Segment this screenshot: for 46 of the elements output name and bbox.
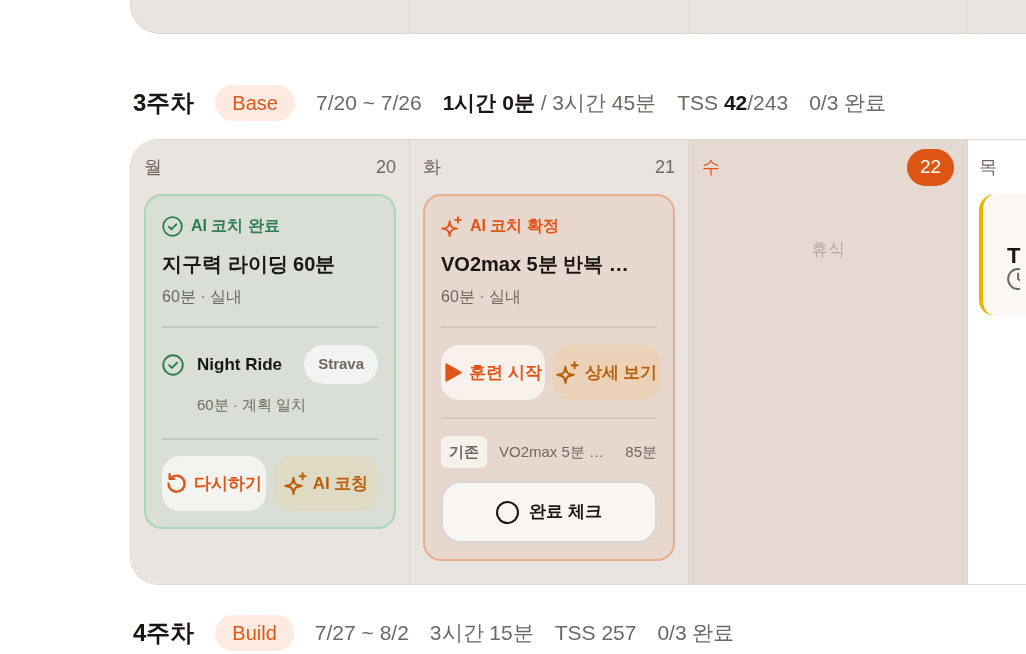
workout-card[interactable]: T	[979, 194, 1026, 316]
sparkle-icon	[441, 215, 462, 237]
original-duration: 85분	[625, 441, 657, 462]
sparkle-icon	[283, 472, 307, 495]
week-title: 3주차	[133, 88, 195, 118]
sparkle-icon	[555, 361, 579, 384]
start-training-button[interactable]: 훈련 시작	[441, 345, 545, 400]
completion-count: 0/3 완료	[809, 90, 887, 117]
completion-count: 0/3 완료	[657, 620, 735, 647]
original-title: VO2max 5분 …	[499, 441, 605, 462]
activity-name: Night Ride	[197, 353, 282, 376]
view-details-button[interactable]: 상세 보기	[552, 345, 661, 400]
ai-coaching-button[interactable]: AI 코칭	[274, 456, 378, 511]
workout-title: 지구력 라이딩 60분	[162, 252, 337, 277]
source-tag: Strava	[304, 345, 378, 384]
week-title: 4주차	[133, 618, 195, 648]
weekday-label: 수	[702, 155, 720, 179]
day-number: 22	[907, 148, 954, 186]
workout-meta: 60분 · 실내	[441, 287, 522, 307]
day-number: 21	[654, 155, 675, 179]
duration-summary: 1시간 0분 / 3시간 45분	[442, 90, 657, 117]
duration-summary: 3시간 15분	[429, 620, 534, 647]
coach-status: AI 코치 확정	[470, 216, 559, 236]
workout-title: T	[1007, 244, 1022, 268]
workout-meta: 60분 · 실내	[162, 287, 243, 307]
weekday-label: 화	[423, 155, 441, 179]
play-icon	[444, 363, 463, 382]
phase-tag: Base	[215, 85, 295, 121]
check-circle-icon	[162, 353, 184, 376]
date-range: 7/20 ~ 7/26	[315, 90, 422, 117]
day-number: 20	[375, 155, 396, 179]
weekday-label: 목	[979, 155, 997, 179]
complete-check-button[interactable]: 완료 체크	[441, 481, 657, 543]
retry-button[interactable]: 다시하기	[162, 456, 266, 511]
check-circle-icon	[162, 215, 183, 237]
phase-tag: Build	[215, 615, 294, 651]
original-tag: 기존	[441, 436, 487, 468]
coach-status: AI 코치 완료	[191, 216, 280, 236]
refresh-icon	[166, 472, 188, 495]
activity-meta: 60분 · 계획 일치	[196, 395, 308, 415]
tss-summary: TSS 42/243	[677, 90, 789, 117]
date-range: 7/27 ~ 8/2	[314, 620, 409, 647]
weekday-label: 월	[144, 155, 162, 179]
workout-title: VO2max 5분 반복 …	[441, 252, 630, 277]
clock-icon	[1007, 268, 1020, 290]
tss-summary: TSS 257	[554, 620, 637, 647]
